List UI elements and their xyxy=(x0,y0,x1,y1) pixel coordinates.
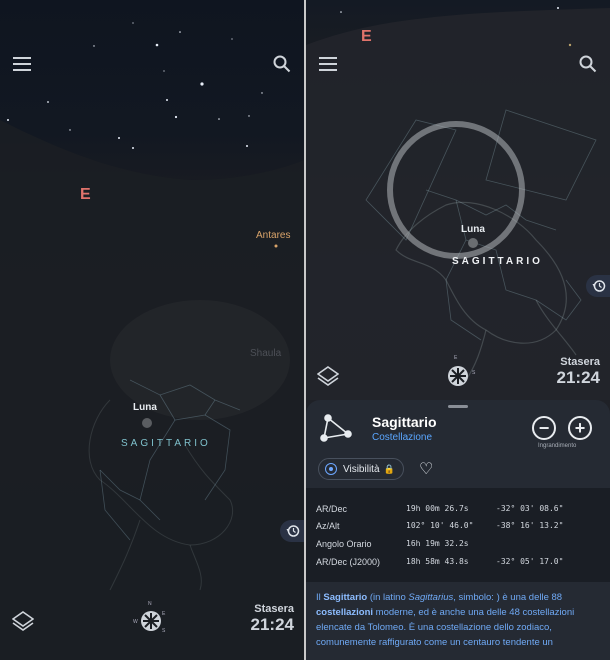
compass-button[interactable]: E S xyxy=(442,355,478,391)
coord-value-2: -32° 03' 08.6" xyxy=(496,504,564,513)
sheet-handle[interactable] xyxy=(448,405,468,408)
coord-value-1: 18h 58m 43.8s xyxy=(406,557,469,566)
coord-value-2: -32° 05' 17.0" xyxy=(496,557,564,566)
favorite-button[interactable]: ♡ xyxy=(419,459,433,479)
coord-label: AR/Dec xyxy=(316,504,348,514)
minus-icon: − xyxy=(538,418,550,438)
coord-label: AR/Dec (J2000) xyxy=(316,557,381,567)
desc-text: , simbolo: ) è una delle 88 xyxy=(453,592,563,603)
coord-value-1: 19h 00m 26.7s xyxy=(406,504,469,513)
sky-canvas-left[interactable] xyxy=(0,0,304,660)
zoom-out-button[interactable]: − xyxy=(532,416,556,440)
compass-letter-w: W xyxy=(133,619,138,625)
coord-value-2: -38° 16' 13.2" xyxy=(496,521,564,530)
constellation-label[interactable]: SAGITTARIO xyxy=(452,256,543,267)
history-icon xyxy=(286,525,300,537)
coord-label: Az/Alt xyxy=(316,521,340,531)
search-button[interactable] xyxy=(270,52,294,76)
desc-bold-name: Sagittario xyxy=(323,592,368,603)
compass-letter-e: E xyxy=(454,355,458,361)
compass-button[interactable]: N E S W xyxy=(133,601,169,638)
time-label: Stasera xyxy=(254,603,294,615)
compass-letter-s: S xyxy=(472,370,476,376)
search-icon xyxy=(579,55,597,73)
east-marker: E xyxy=(361,28,372,45)
coord-label: Angolo Orario xyxy=(316,539,372,549)
coordinates-table: AR/Dec 19h 00m 26.7s -32° 03' 08.6" Az/A… xyxy=(306,488,610,582)
desc-link[interactable]: costellazioni xyxy=(316,607,373,618)
coord-value-1: 102° 10' 46.0" xyxy=(406,521,474,530)
hamburger-icon xyxy=(319,57,339,71)
target-icon xyxy=(325,463,337,475)
time-display[interactable]: Stasera 21:24 xyxy=(542,356,600,388)
time-display[interactable]: Stasera 21:24 xyxy=(236,603,294,635)
time-value: 21:24 xyxy=(556,368,600,387)
search-icon xyxy=(273,55,291,73)
star-label-antares[interactable]: Antares xyxy=(256,230,290,241)
object-description[interactable]: Il Sagittario (in latino Sagittarius, si… xyxy=(316,590,600,650)
visibility-label: Visibilità xyxy=(343,463,380,475)
layers-icon xyxy=(317,366,339,386)
lock-icon: 🔒 xyxy=(383,463,395,474)
visibility-button[interactable]: Visibilità 🔒 xyxy=(318,458,404,480)
plus-icon: + xyxy=(574,418,586,438)
menu-button[interactable] xyxy=(11,52,35,76)
constellation-label[interactable]: SAGITTARIO xyxy=(121,438,211,449)
layers-button[interactable] xyxy=(316,364,340,388)
coord-value-1: 16h 19m 32.2s xyxy=(406,539,469,548)
object-title: Sagittario xyxy=(372,414,437,430)
compass-letter-s: S xyxy=(162,628,166,634)
moon-label[interactable]: Luna xyxy=(133,402,157,413)
menu-button-right[interactable] xyxy=(317,52,341,76)
object-type[interactable]: Costellazione xyxy=(372,432,432,443)
compass-letter-n: N xyxy=(148,601,152,607)
sky-canvas-right[interactable] xyxy=(306,0,610,400)
compass-letter-e: E xyxy=(162,611,166,617)
layers-button[interactable] xyxy=(11,609,35,633)
desc-latin-name: Sagittarius xyxy=(408,592,454,603)
time-value: 21:24 xyxy=(250,615,294,634)
object-info-sheet[interactable]: Sagittario Costellazione − + Ingrandimen… xyxy=(306,400,610,660)
heart-icon: ♡ xyxy=(419,461,434,478)
layers-icon xyxy=(12,611,34,631)
history-button[interactable] xyxy=(586,275,610,297)
sky-view-left[interactable]: E Antares Shaula Luna SAGITTARIO N E S W… xyxy=(0,0,304,660)
time-label: Stasera xyxy=(560,356,600,368)
zoom-in-button[interactable]: + xyxy=(568,416,592,440)
desc-text: (in latino xyxy=(367,592,409,603)
east-marker: E xyxy=(80,186,91,203)
moon-label[interactable]: Luna xyxy=(461,224,485,235)
sky-view-right[interactable]: E Luna SAGITTARIO E S Stasera 21:24 Sagi… xyxy=(306,0,610,660)
search-button-right[interactable] xyxy=(576,52,600,76)
hamburger-icon xyxy=(13,57,33,71)
history-icon xyxy=(592,280,606,292)
star-label-shaula[interactable]: Shaula xyxy=(250,348,281,359)
history-button[interactable] xyxy=(280,520,304,542)
constellation-icon xyxy=(320,414,352,442)
zoom-label: Ingrandimento xyxy=(538,443,577,449)
